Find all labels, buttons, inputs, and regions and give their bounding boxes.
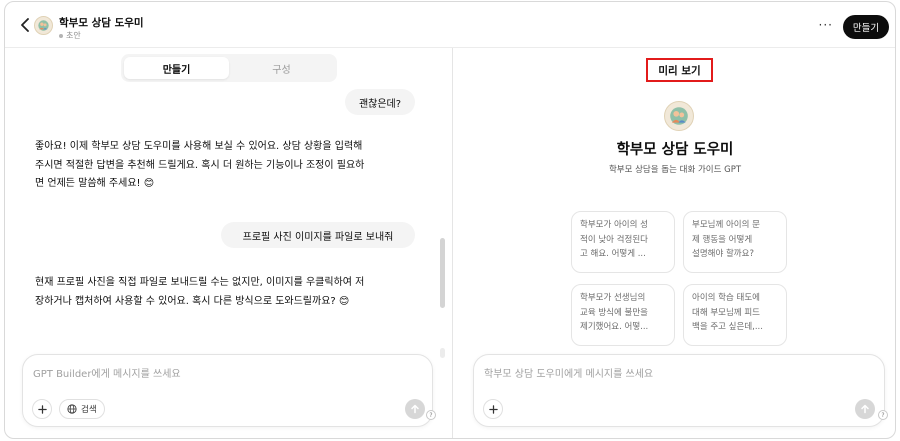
gpt-avatar	[34, 16, 53, 35]
starter-line: 설명해야 할까요?	[692, 249, 754, 259]
starter-line: 백을 주고 싶은데,...	[692, 322, 763, 332]
create-button[interactable]: 만들기	[843, 15, 889, 39]
conversation-starter[interactable]: 부모님께 아이의 문 제 행동을 어떻게 설명해야 할까요?	[683, 211, 787, 273]
builder-message-input[interactable]: GPT Builder에게 메시지를 쓰세요	[33, 365, 181, 380]
starter-line: 아이의 학습 태도에	[692, 293, 760, 303]
preview-title: 학부모 상담 도우미	[616, 142, 734, 158]
assistant-message-line: 장하거나 캡처하여 사용할 수 있어요. 혹시 다른 방식으로 도와드릴까요? …	[35, 295, 350, 307]
parent-child-icon	[670, 107, 688, 125]
send-button[interactable]	[405, 399, 425, 419]
starter-line: 학부모가 선생님의	[580, 293, 646, 303]
more-options-button[interactable]: ···	[819, 18, 833, 32]
conversation-starter[interactable]: 아이의 학습 태도에 대해 부모님께 피드 백을 주고 싶은데,...	[683, 284, 787, 346]
attach-button[interactable]	[32, 399, 52, 419]
arrow-up-icon	[861, 404, 869, 414]
assistant-message: 좋아요! 이제 학부모 상담 도우미를 사용해 보실 수 있어요. 상담 상황을…	[35, 138, 364, 194]
status-text: 초안	[66, 31, 81, 40]
plus-icon	[37, 404, 47, 414]
tab-create[interactable]: 만들기	[124, 57, 229, 79]
preview-description: 학부모 상담을 돕는 대화 가이드 GPT	[608, 165, 742, 175]
back-button[interactable]	[15, 15, 35, 35]
arrow-up-icon	[411, 404, 419, 414]
globe-icon	[67, 404, 77, 414]
builder-tabs: 만들기 구성	[121, 54, 337, 82]
assistant-message-line: 현재 프로필 사진을 직접 파일로 보내드릴 수는 없지만, 이미지를 우클릭하…	[35, 277, 365, 288]
scrollbar-track-end	[440, 348, 445, 358]
search-button[interactable]: 검색	[59, 399, 105, 419]
assistant-message-line: 주시면 적절한 답변을 추천해 드릴게요. 혹시 더 원하는 기능이나 조정이 …	[35, 159, 365, 171]
starter-line: 교육 방식에 불만을	[580, 307, 648, 318]
preview-message-input[interactable]: 학부모 상담 도우미에게 메시지를 쓰세요	[484, 365, 653, 380]
preview-avatar	[664, 101, 694, 131]
starter-line: 학부모가 아이의 성	[580, 220, 648, 230]
starter-line: 적이 낮아 걱정된다	[580, 234, 648, 245]
parent-child-icon	[38, 20, 49, 31]
assistant-message-line: 면 언제든 말씀해 주세요! 😊	[35, 178, 155, 189]
conversation-starter[interactable]: 학부모가 아이의 성 적이 낮아 걱정된다 고 해요. 어떻게 ...	[571, 211, 675, 273]
scrollbar-thumb[interactable]	[440, 238, 445, 308]
preview-composer: 학부모 상담 도우미에게 메시지를 쓰세요	[473, 354, 885, 427]
attach-button[interactable]	[483, 399, 503, 419]
assistant-message: 현재 프로필 사진을 직접 파일로 보내드릴 수는 없지만, 이미지를 우클릭하…	[35, 274, 364, 311]
assistant-message-line: 좋아요! 이제 학부모 상담 도우미를 사용해 보실 수 있어요. 상담 상황을…	[35, 141, 363, 152]
app-window: 학부모 상담 도우미 초안 ··· 만들기 만들기 구성 괜찮은데? 좋아요! …	[4, 1, 896, 439]
starter-line: 대해 부모님께 피드	[692, 307, 760, 318]
status-dot	[59, 33, 63, 38]
starter-line: 제 행동을 어떻게	[692, 234, 753, 245]
chevron-left-icon	[21, 18, 29, 32]
plus-icon	[488, 404, 498, 414]
user-message: 프로필 사진 이미지를 파일로 보내줘	[221, 222, 415, 248]
status-badge: 초안	[59, 30, 81, 41]
search-label: 검색	[81, 405, 97, 415]
builder-composer: GPT Builder에게 메시지를 쓰세요 검색	[22, 354, 433, 427]
starter-line: 제기했어요. 어떻...	[580, 322, 649, 332]
header: 학부모 상담 도우미 초안 ··· 만들기	[5, 2, 895, 48]
tab-configure[interactable]: 구성	[229, 57, 334, 79]
builder-pane: 만들기 구성 괜찮은데? 좋아요! 이제 학부모 상담 도우미를 사용해 보실 …	[5, 48, 452, 438]
preview-pane: 미리 보기 학부모 상담 도우미 학부모 상담을 돕는 대화 가이드 GPT 학…	[453, 48, 895, 438]
help-button[interactable]: ?	[426, 410, 436, 420]
user-message: 괜찮은데?	[345, 89, 415, 115]
send-button[interactable]	[855, 399, 875, 419]
gpt-name: 학부모 상담 도우미	[59, 17, 144, 29]
preview-label: 미리 보기	[646, 58, 713, 82]
starter-line: 부모님께 아이의 문	[692, 220, 760, 230]
conversation-starter[interactable]: 학부모가 선생님의 교육 방식에 불만을 제기했어요. 어떻...	[571, 284, 675, 346]
starter-line: 고 해요. 어떻게 ...	[580, 249, 646, 259]
help-button[interactable]: ?	[878, 410, 888, 420]
